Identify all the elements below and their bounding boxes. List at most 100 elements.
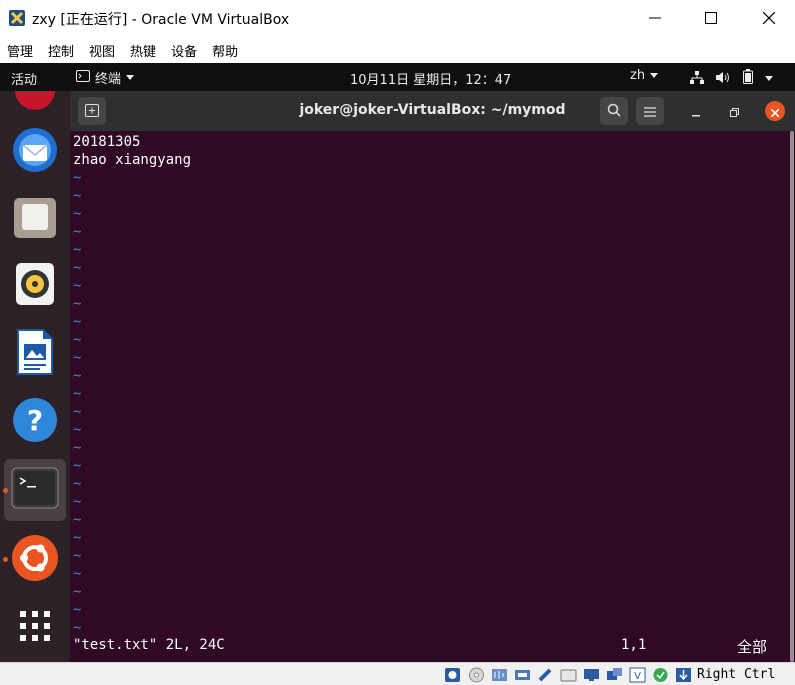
files-icon (12, 194, 58, 244)
svg-text:V: V (634, 671, 641, 682)
empty-line-tilde: ~ (73, 278, 82, 294)
dock-files[interactable] (4, 188, 66, 250)
close-button[interactable] (746, 0, 792, 36)
empty-line-tilde: ~ (73, 296, 82, 312)
host-key-arrow-icon[interactable] (675, 667, 692, 683)
maximize-button[interactable] (688, 0, 734, 36)
recording-icon[interactable] (606, 667, 623, 683)
empty-line-tilde: ~ (73, 314, 82, 330)
dock-libreoffice-writer[interactable] (4, 323, 66, 385)
empty-line-tilde: ~ (73, 584, 82, 600)
dock-ubuntu-software[interactable] (4, 91, 66, 123)
empty-line-tilde: ~ (73, 242, 82, 258)
window-titlebar: zxy [正在运行] - Oracle VM VirtualBox (0, 0, 795, 36)
app-menu-label: 终端 (95, 72, 122, 87)
minimize-button[interactable] (632, 0, 678, 36)
file-line-1: 20181305 (73, 134, 141, 150)
vim-cursor-position: 1,1 (621, 637, 647, 653)
mouse-integration-icon[interactable] (652, 667, 669, 683)
minimize-terminal-button[interactable] (688, 103, 704, 119)
shared-folders-icon[interactable] (560, 667, 577, 683)
menu-devices[interactable]: 设备 (171, 38, 197, 62)
menu-control[interactable]: 控制 (48, 38, 74, 62)
empty-line-tilde: ~ (73, 170, 82, 186)
chevron-down-icon (765, 76, 773, 81)
empty-line-tilde: ~ (73, 422, 82, 438)
rhythmbox-icon (13, 261, 57, 311)
dock-thunderbird[interactable] (4, 121, 66, 183)
empty-line-tilde: ~ (73, 386, 82, 402)
running-indicator (3, 557, 8, 562)
network-adapter-icon[interactable] (514, 667, 531, 683)
close-terminal-button[interactable] (765, 101, 785, 121)
menu-button[interactable] (636, 97, 664, 125)
dock-terminal[interactable] (4, 459, 66, 521)
empty-line-tilde: ~ (73, 404, 82, 420)
ubuntu-software-icon (12, 91, 58, 117)
menu-hotkeys[interactable]: 热键 (130, 38, 156, 62)
ubuntu-icon (10, 533, 60, 587)
help-icon: ? (11, 396, 59, 448)
audio-icon[interactable] (491, 667, 508, 683)
app-menu[interactable]: 终端 (76, 68, 135, 87)
file-line-2: zhao xiangyang (73, 152, 192, 168)
system-menu[interactable] (690, 69, 773, 88)
empty-line-tilde: ~ (73, 602, 82, 618)
clock[interactable]: 10月11日 星期日，12：47 (350, 69, 511, 88)
hard-disk-icon[interactable] (444, 667, 461, 683)
terminal-body[interactable]: 20181305 zhao xiangyang ~ ~ ~ ~ ~ ~ ~ ~ ~ ~ ~ ~ ~ ~ ~ ~… (70, 131, 795, 662)
usb-icon[interactable] (537, 667, 554, 683)
input-method-menu[interactable]: zh (630, 68, 659, 83)
empty-line-tilde: ~ (73, 206, 82, 222)
empty-line-tilde: ~ (73, 620, 82, 636)
search-icon (607, 102, 621, 121)
dock-show-applications[interactable] (4, 597, 66, 659)
lang-label: zh (630, 68, 646, 83)
optical-drive-icon[interactable] (468, 667, 485, 683)
empty-line-tilde: ~ (73, 458, 82, 474)
display-icon[interactable] (583, 667, 600, 683)
terminal-headerbar: joker@joker-VirtualBox: ~/mymod (70, 91, 795, 131)
search-button[interactable] (600, 97, 628, 125)
empty-line-tilde: ~ (73, 440, 82, 456)
vbox-menubar: 管理 控制 视图 热键 设备 帮助 (0, 38, 795, 62)
vt-x-icon[interactable]: V (629, 667, 646, 683)
virtualbox-app-icon (8, 9, 26, 27)
empty-line-tilde: ~ (73, 512, 82, 528)
empty-line-tilde: ~ (73, 260, 82, 276)
dock-ubuntu[interactable] (4, 529, 66, 591)
empty-line-tilde: ~ (73, 566, 82, 582)
vim-scroll-position: 全部 (737, 638, 768, 656)
empty-line-tilde: ~ (73, 188, 82, 204)
hamburger-icon (644, 102, 656, 121)
network-icon (690, 69, 704, 88)
menu-help[interactable]: 帮助 (212, 38, 238, 62)
dock-rhythmbox[interactable] (4, 255, 66, 317)
menu-view[interactable]: 视图 (89, 38, 115, 62)
empty-line-tilde: ~ (73, 494, 82, 510)
libreoffice-writer-icon (15, 328, 55, 380)
restore-terminal-button[interactable] (726, 103, 742, 119)
dock: ? (0, 91, 70, 662)
empty-line-tilde: ~ (73, 548, 82, 564)
gnome-topbar: 活动 终端 10月11日 星期日，12：47 zh (0, 63, 795, 91)
volume-icon (716, 69, 731, 88)
vbox-statusbar: V Right Ctrl (0, 662, 795, 685)
close-icon (770, 102, 780, 121)
terminal-icon (11, 467, 59, 513)
dock-help[interactable]: ? (4, 391, 66, 453)
show-applications-icon (18, 609, 52, 647)
terminal-scrollbar[interactable] (790, 131, 794, 662)
restore-icon (729, 102, 739, 121)
vim-status-file: "test.txt" 2L, 24C (73, 637, 225, 653)
svg-text:?: ? (27, 404, 43, 437)
activities-button[interactable]: 活动 (11, 69, 37, 88)
window-title: zxy [正在运行] - Oracle VM VirtualBox (32, 12, 290, 28)
menu-manage[interactable]: 管理 (7, 38, 33, 62)
empty-line-tilde: ~ (73, 368, 82, 384)
empty-line-tilde: ~ (73, 476, 82, 492)
host-key-label: Right Ctrl (697, 667, 776, 682)
terminal-title: joker@joker-VirtualBox: ~/mymod (299, 102, 566, 118)
battery-icon (743, 69, 753, 88)
empty-line-tilde: ~ (73, 530, 82, 546)
